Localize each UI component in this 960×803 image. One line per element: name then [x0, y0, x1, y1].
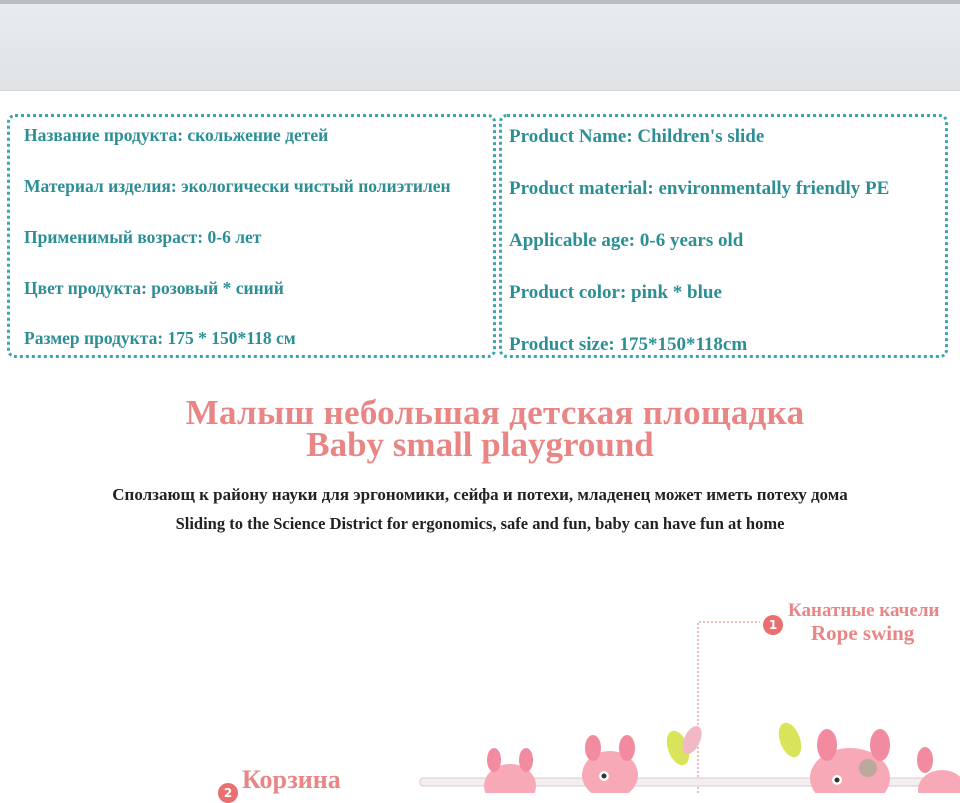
spec-name-ru: Название продукта: скольжение детей	[24, 125, 329, 145]
callout-number-1: 1	[763, 615, 783, 635]
animal-head-2	[582, 735, 638, 793]
callout-rope-ru: Канатные качели	[788, 600, 940, 621]
spec-name-en: Product Name: Children's slide	[509, 126, 765, 147]
spec-age-ru: Применимый возраст: 0-6 лет	[24, 227, 262, 247]
callout-number-2: 2	[218, 783, 238, 803]
animal-head-3	[810, 729, 890, 793]
spec-color-ru: Цвет продукта: розовый * синий	[24, 278, 284, 298]
subtitle-russian: Сползающ к району науки для эргономики, …	[112, 485, 848, 504]
spec-material-en: Product material: environmentally friend…	[509, 178, 890, 199]
spec-age-en: Applicable age: 0-6 years old	[509, 230, 744, 251]
spec-color-en: Product color: pink * blue	[509, 282, 722, 303]
leaf-decoration	[666, 722, 802, 766]
product-photo-strip	[0, 0, 960, 91]
spec-size-ru: Размер продукта: 175 * 150*118 см	[24, 328, 296, 348]
headline-english: Baby small playground	[306, 425, 654, 464]
subtitle-english: Sliding to the Science District for ergo…	[175, 514, 785, 533]
rope-callout-line	[697, 621, 760, 793]
playground-illustration	[419, 621, 960, 793]
spec-material-ru: Материал изделия: экологически чистый по…	[24, 176, 451, 196]
spec-box-english: Product Name: Children's slide Product m…	[499, 114, 948, 358]
animal-head-4	[917, 747, 960, 793]
spec-size-en: Product size: 175*150*118cm	[509, 334, 748, 355]
animal-head-1	[484, 748, 536, 793]
callout-basket-ru: Корзина	[242, 765, 341, 794]
spec-box-russian: Название продукта: скольжение детей Мате…	[7, 114, 496, 358]
callout-rope-en: Rope swing	[811, 621, 915, 645]
